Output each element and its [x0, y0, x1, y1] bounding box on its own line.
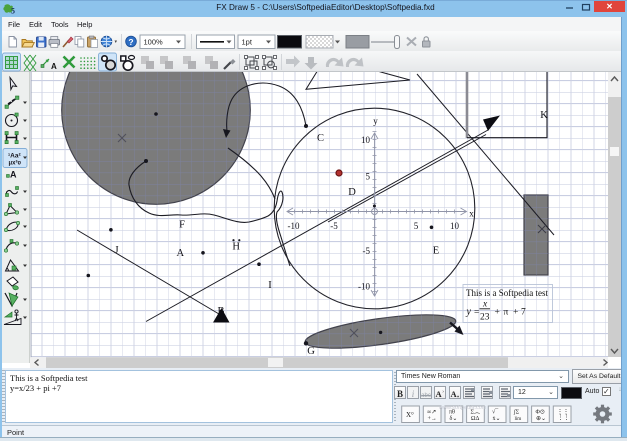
- svg-text:www.softpedia.com: www.softpedia.com: [438, 405, 487, 411]
- svg-text:Φ⊙: Φ⊙: [536, 409, 545, 415]
- svg-text:⊕⌄: ⊕⌄: [536, 416, 546, 422]
- svg-text:ẋ⌄: ẋ⌄: [493, 416, 501, 422]
- svg-text:ΩΔ: ΩΔ: [471, 416, 479, 422]
- svg-text:X°: X°: [406, 411, 414, 419]
- svg-text:δ⌄: δ⌄: [450, 416, 458, 422]
- svg-text:⋮⋮: ⋮⋮: [558, 415, 570, 421]
- svg-text:lim: lim: [515, 417, 522, 422]
- svg-text:√¯: √¯: [492, 408, 499, 415]
- svg-text:∞↗: ∞↗: [427, 409, 436, 415]
- svg-text:+→: +→: [428, 416, 437, 422]
- svg-text:∫Σ: ∫Σ: [513, 408, 520, 415]
